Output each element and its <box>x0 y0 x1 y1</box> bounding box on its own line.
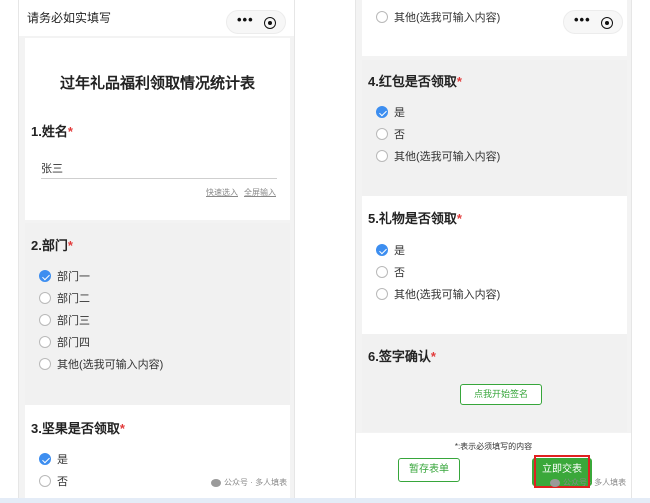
input-underline <box>41 178 277 179</box>
option-dept-other[interactable]: 其他(选我可输入内容) <box>39 356 163 372</box>
watermark: 公众号 · 多人填表 <box>211 477 287 488</box>
option-dept-1[interactable]: 部门一 <box>39 268 90 284</box>
form-header: 过年礼品福利领取情况统计表 <box>25 38 290 106</box>
question-department: 2.部门* 部门一 部门二 部门三 部门四 其他(选我可输入内容) <box>25 223 290 405</box>
option-gift-no[interactable]: 否 <box>376 264 405 280</box>
option-nuts-yes[interactable]: 是 <box>39 451 68 467</box>
fullscreen-input-link[interactable]: 全屏输入 <box>244 188 276 197</box>
option-red-packet-no[interactable]: 否 <box>376 126 405 142</box>
radio-icon[interactable] <box>376 288 388 300</box>
target-icon[interactable] <box>264 17 276 29</box>
required-mark: * <box>119 421 125 436</box>
option-red-packet-yes[interactable]: 是 <box>376 104 405 120</box>
question-title: 3.坚果是否领取* <box>31 421 125 436</box>
question-gift: 5.礼物是否领取* 是 否 其他(选我可输入内容) <box>362 196 627 334</box>
input-helpers: 快速选入 全屏输入 <box>200 187 276 198</box>
check-icon[interactable] <box>376 244 388 256</box>
name-input[interactable]: 张三 <box>41 160 63 176</box>
option-dept-2[interactable]: 部门二 <box>39 290 90 306</box>
capsule-menu[interactable]: ••• <box>563 10 623 34</box>
check-icon[interactable] <box>39 453 51 465</box>
option-other-top[interactable]: 其他(选我可输入内容) <box>376 9 500 25</box>
form-title: 过年礼品福利领取情况统计表 <box>59 75 255 92</box>
capsule-menu[interactable]: ••• <box>226 10 286 34</box>
more-icon[interactable]: ••• <box>237 12 254 27</box>
mini-program-topbar: 请务必如实填写 ••• <box>19 0 294 36</box>
question-nuts: 3.坚果是否领取* 是 否 <box>25 405 290 503</box>
required-mark: * <box>67 238 73 253</box>
bottom-divider <box>0 498 650 503</box>
wechat-icon <box>550 478 560 487</box>
option-gift-yes[interactable]: 是 <box>376 242 405 258</box>
more-icon[interactable]: ••• <box>574 12 591 27</box>
question-title: 5.礼物是否领取* <box>368 211 462 226</box>
quick-select-link[interactable]: 快速选入 <box>206 188 238 197</box>
radio-icon[interactable] <box>376 11 388 23</box>
question-title: 1.姓名* <box>31 124 73 139</box>
question-red-packet: 4.红包是否领取* 是 否 其他(选我可输入内容) <box>362 60 627 196</box>
target-icon[interactable] <box>601 17 613 29</box>
save-draft-button[interactable]: 暂存表单 <box>398 458 460 482</box>
question-title: 2.部门* <box>31 238 73 253</box>
required-note: *:表示必须填写的内容 <box>454 442 533 451</box>
topbar-title: 请务必如实填写 <box>27 11 112 25</box>
option-red-packet-other[interactable]: 其他(选我可输入内容) <box>376 148 500 164</box>
check-icon[interactable] <box>39 270 51 282</box>
required-mark: * <box>456 211 462 226</box>
radio-icon[interactable] <box>39 358 51 370</box>
radio-icon[interactable] <box>376 128 388 140</box>
option-nuts-no[interactable]: 否 <box>39 473 68 489</box>
start-signature-button[interactable]: 点我开始签名 <box>460 384 542 405</box>
check-icon[interactable] <box>376 106 388 118</box>
radio-icon[interactable] <box>376 150 388 162</box>
required-mark: * <box>456 74 462 89</box>
question-title: 4.红包是否领取* <box>368 74 462 89</box>
question-title: 6.签字确认* <box>368 349 436 364</box>
question-name: 1.姓名* 张三 快速选入 全屏输入 <box>25 106 290 220</box>
required-mark: * <box>430 349 436 364</box>
question-signature: 6.签字确认* 点我开始签名 <box>362 334 627 432</box>
form-footer: *:表示必须填写的内容 暂存表单 立即交表 公众号 · 多人填表 <box>356 433 631 503</box>
radio-icon[interactable] <box>39 336 51 348</box>
option-dept-4[interactable]: 部门四 <box>39 334 90 350</box>
right-phone-screen: 其他(选我可输入内容) ••• 4.红包是否领取* 是 否 其他(选我可输入内容… <box>355 0 632 503</box>
option-dept-3[interactable]: 部门三 <box>39 312 90 328</box>
radio-icon[interactable] <box>376 266 388 278</box>
watermark: 公众号 · 多人填表 <box>550 477 626 488</box>
left-phone-screen: 请务必如实填写 ••• 过年礼品福利领取情况统计表 1.姓名* 张三 快速选入全… <box>18 0 295 503</box>
radio-icon[interactable] <box>39 292 51 304</box>
option-gift-other[interactable]: 其他(选我可输入内容) <box>376 286 500 302</box>
required-mark: * <box>67 124 73 139</box>
wechat-icon <box>211 478 221 487</box>
radio-icon[interactable] <box>39 314 51 326</box>
radio-icon[interactable] <box>39 475 51 487</box>
